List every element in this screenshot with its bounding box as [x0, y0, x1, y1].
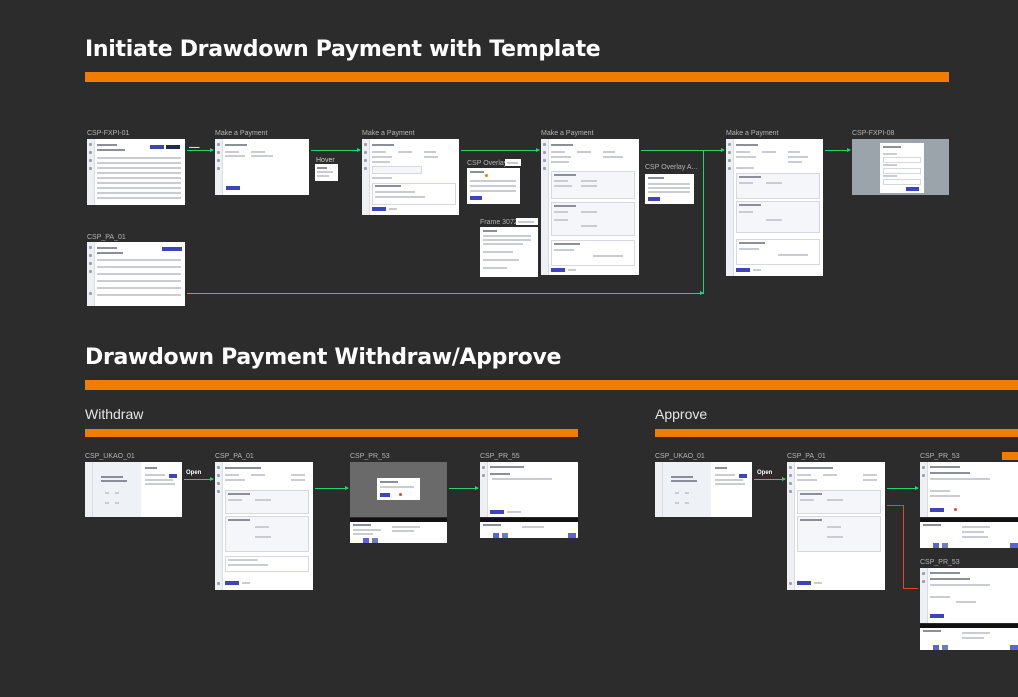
connector-mp3-to-mp4 [641, 148, 725, 152]
frame-a-csp-pa-01[interactable] [787, 462, 885, 590]
frame-label-fxpi08: CSP-FXPI-08 [852, 130, 895, 137]
frame-label-pa01-top: CSP_PA_01 [87, 234, 126, 241]
frame-make-payment-3[interactable] [541, 139, 639, 275]
frame-csp-overlay[interactable] [467, 168, 520, 204]
connector-label-open-withdraw: Open [186, 470, 202, 476]
frame-csp-pa-01-top[interactable] [87, 242, 185, 306]
frame-label-csp-overlay: CSP Overlay [467, 160, 508, 167]
withdraw-confirm-dialog [377, 478, 420, 500]
frame-label-make-payment-2: Make a Payment [362, 130, 415, 137]
section-title-initiate: Initiate Drawdown Payment with Template [85, 37, 601, 62]
frame-hover [315, 164, 338, 181]
overlay-tooltip [505, 159, 521, 166]
connector-mp2-to-mp3 [461, 148, 540, 152]
connector-label-1: ▬▬▬ [189, 145, 200, 149]
section-title-withdraw-approve: Drawdown Payment Withdraw/Approve [85, 345, 562, 370]
section-divider-withdraw-approve [85, 380, 1018, 390]
frame-label-frame-3072: Frame 3072 [480, 219, 518, 226]
frame-label-make-payment-4: Make a Payment [726, 130, 779, 137]
connector-pa01-to-mp4 [187, 291, 704, 295]
subsection-divider-approve [655, 429, 1018, 437]
frame-label-a-pr53-bottom: CSP_PR_53 [920, 559, 960, 566]
frame-a-csp-ukao-01[interactable] [655, 462, 752, 517]
frame-a-csp-pr-53-bottom[interactable] [920, 568, 1018, 623]
approve-badge [1002, 452, 1018, 460]
frame-label-a-pa01: CSP_PA_01 [787, 453, 826, 460]
connector-mp1-to-mp2 [311, 148, 361, 152]
connector-fxpi01-to-mp1 [187, 148, 214, 152]
frame-3072-tooltip [516, 218, 538, 225]
w-pr55-notes-strip [480, 518, 578, 538]
frame-label-a-ukao: CSP_UKAO_01 [655, 453, 705, 460]
frame-label-make-payment-3: Make a Payment [541, 130, 594, 137]
subsection-divider-withdraw [85, 429, 578, 437]
frame-csp-fxpi-08[interactable] [852, 139, 949, 195]
connector-mp4-to-fxpi08 [825, 148, 851, 152]
connector-pa01-to-pr53-approve [887, 486, 919, 490]
frame-w-csp-pr-53[interactable] [350, 462, 447, 517]
frame-make-payment-4[interactable] [726, 139, 823, 276]
connector-reject-to-pr53 [903, 588, 918, 589]
subsection-title-withdraw: Withdraw [85, 406, 144, 422]
connector-reject-horizontal [887, 505, 903, 506]
connector-ukao-to-pa01-approve [754, 477, 786, 481]
a-pr53-top-notes-strip [920, 518, 1018, 548]
frame-label-w-ukao: CSP_UKAO_01 [85, 453, 135, 460]
connector-pa01-vertical [703, 150, 704, 294]
a-pr53-bottom-notes-strip [920, 624, 1018, 650]
fxpi08-modal [880, 143, 924, 193]
frame-w-csp-pr-55[interactable] [480, 462, 578, 517]
section-divider-initiate [85, 72, 949, 82]
connector-ukao-to-pa01-withdraw [184, 477, 214, 481]
frame-w-csp-ukao-01[interactable] [85, 462, 182, 517]
connector-pa01-to-pr53-withdraw [315, 486, 349, 490]
frame-3072[interactable] [480, 227, 538, 277]
frame-label-make-payment-1: Make a Payment [215, 130, 268, 137]
frame-label-csp-overlay-a: CSP Overlay A... [645, 164, 698, 171]
frame-make-payment-1[interactable] [215, 139, 309, 195]
frame-csp-fxpi-01[interactable] [87, 139, 185, 205]
frame-label-w-pa01: CSP_PA_01 [215, 453, 254, 460]
connector-reject-vertical [903, 505, 904, 588]
w-pr53-notes-strip [350, 518, 447, 543]
frame-csp-overlay-a[interactable] [645, 174, 694, 204]
frame-w-csp-pa-01[interactable] [215, 462, 313, 590]
frame-label-a-pr53-top: CSP_PR_53 [920, 453, 960, 460]
subsection-title-approve: Approve [655, 406, 708, 422]
frame-make-payment-2[interactable] [362, 139, 459, 215]
connector-pr53-to-pr55-withdraw [449, 486, 479, 490]
frame-a-csp-pr-53-top[interactable] [920, 462, 1018, 517]
frame-label-fxpi01: CSP-FXPI-01 [87, 130, 130, 137]
frame-label-w-pr55: CSP_PR_55 [480, 453, 520, 460]
connector-label-open-approve: Open [757, 470, 773, 476]
frame-label-w-pr53: CSP_PR_53 [350, 453, 390, 460]
